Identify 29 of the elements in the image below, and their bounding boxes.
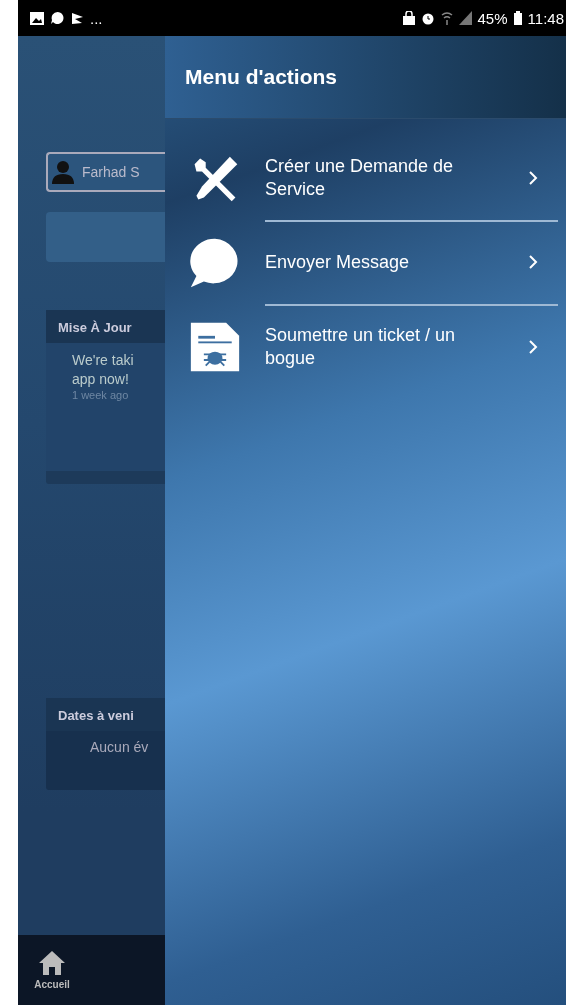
bug-report-icon [189,321,241,373]
person-icon [52,160,74,184]
signal-icon [458,11,472,25]
update-text: We're taki [72,351,135,370]
card-title: Dates à veni [46,698,165,731]
menu-item[interactable]: Envoyer Message [165,221,566,305]
image-icon [30,11,44,25]
flag-icon [71,11,84,25]
chevron-right-icon [528,339,538,355]
menu-item[interactable]: Soumettre un ticket / un bogue [165,305,566,389]
nav-tab[interactable]: Accueil [18,935,86,1005]
chevron-right-icon [528,254,538,270]
home-icon [39,950,65,975]
user-field[interactable]: Farhad S [46,152,165,192]
chat-icon [50,11,65,25]
update-text: app now! [72,370,130,389]
drawer-title: Menu d'actions [185,65,337,89]
battery-percent: 45% [477,9,508,27]
battery-icon [513,11,522,25]
update-time: 1 week ago [72,389,130,401]
chevron-right-icon [528,170,538,186]
lock-icon [402,11,415,25]
more-indicator: ... [90,9,103,27]
no-events-text: Aucun év [89,738,150,755]
card-title: Mise À Jour [46,310,165,343]
wifi-icon [440,11,453,25]
clock: 11:48 [527,9,564,27]
menu-item[interactable]: Créer une Demande de Service [165,137,566,221]
alarm-icon [420,11,435,25]
